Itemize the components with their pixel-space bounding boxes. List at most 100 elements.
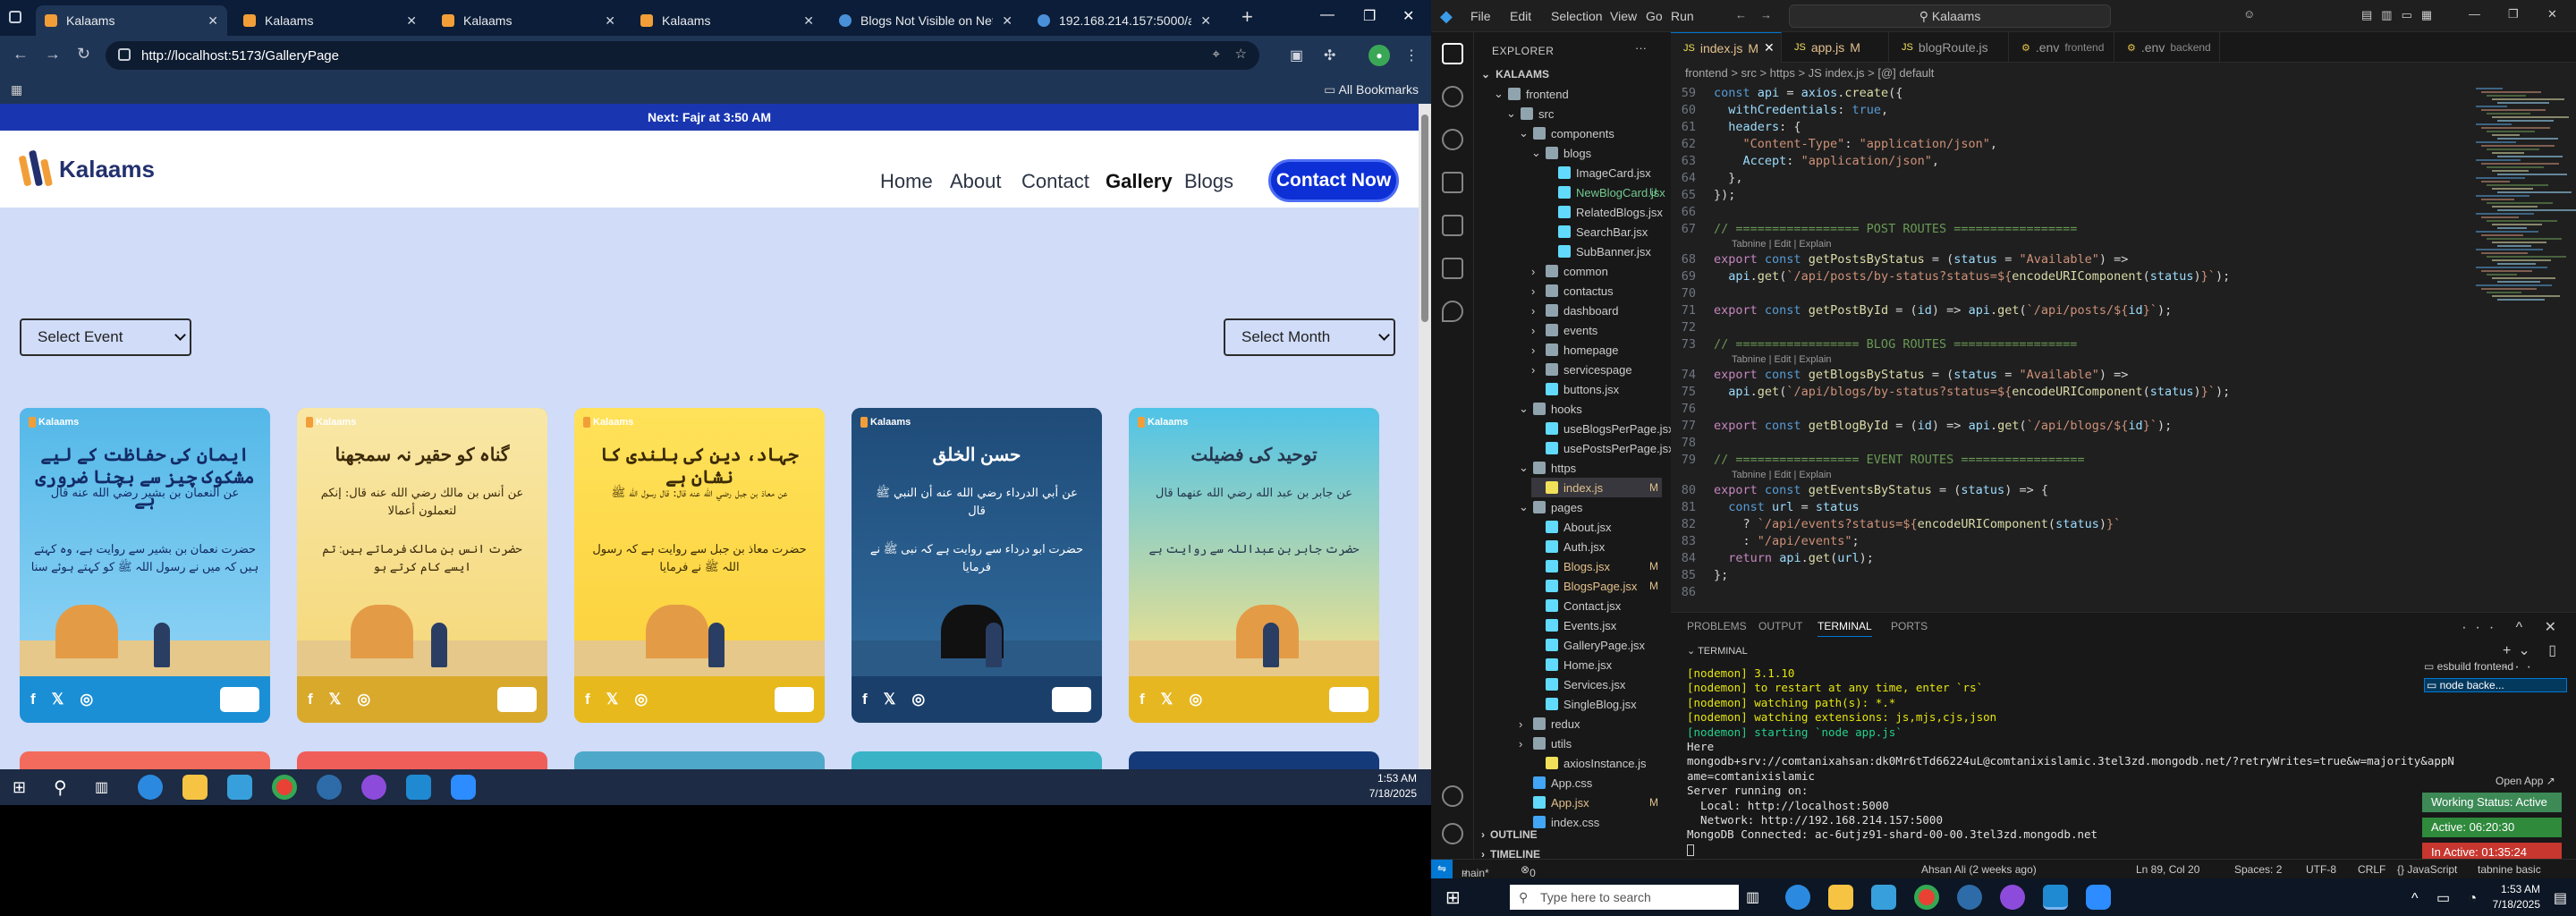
tree-folder[interactable]: ⌄ frontend — [1494, 84, 1662, 104]
page-scrollbar[interactable] — [1419, 104, 1431, 778]
tree-folder[interactable]: ⌄ components — [1519, 123, 1662, 143]
tree-file[interactable]: Contact.jsx — [1531, 596, 1662, 615]
profile-avatar[interactable]: ● — [1368, 45, 1390, 66]
file-explorer-icon[interactable] — [1828, 885, 1853, 910]
browser-tab[interactable]: Kalaams ✕ — [433, 5, 624, 36]
store-icon[interactable] — [227, 775, 252, 800]
tree-folder[interactable]: ⌄ src — [1506, 104, 1662, 123]
panel-actions[interactable]: ··· ^ ✕ — [2462, 618, 2565, 636]
nav-contact[interactable]: Contact — [1021, 170, 1089, 193]
extension-icon[interactable]: ▣ — [1290, 47, 1303, 64]
nav-forward-icon[interactable]: → — [1760, 8, 1772, 21]
tree-file[interactable]: useBlogsPerPage.jsx — [1531, 419, 1674, 438]
download-button[interactable]: ⬇ — [1329, 687, 1368, 712]
tree-folder[interactable]: › servicespage — [1531, 360, 1662, 379]
tree-file[interactable]: buttons.jsx — [1531, 379, 1662, 399]
editor-tab[interactable]: JS app.js M — [1782, 32, 1889, 63]
store-icon[interactable] — [1871, 885, 1896, 910]
download-button[interactable]: ⬇ — [1052, 687, 1091, 712]
x-twitter-icon[interactable]: 𝕏 — [1161, 691, 1174, 708]
problems-indicator[interactable]: ⊗ 0 ⚠ 0 — [1521, 863, 1539, 904]
tree-file[interactable]: Home.jsx — [1531, 655, 1662, 674]
select-event-dropdown[interactable]: Select Event — [20, 318, 191, 356]
minimap[interactable] — [2476, 88, 2576, 302]
remote-indicator[interactable]: ⇋ — [1431, 860, 1453, 878]
reload-icon[interactable]: ↻ — [77, 45, 90, 64]
tree-file[interactable]: App.css — [1519, 773, 1662, 793]
tree-folder[interactable]: › common — [1531, 261, 1662, 281]
tree-file[interactable]: RelatedBlogs.jsx — [1544, 202, 1663, 222]
panel-tab-problems[interactable]: PROBLEMS — [1687, 620, 1747, 632]
editor-tab[interactable]: ⚙ .env frontend — [2009, 32, 2114, 63]
outline-section[interactable]: › OUTLINE — [1481, 825, 1538, 844]
gallery-card[interactable]: Kalaams حسن الخلق عن أبي الدرداء رضي الله … — [852, 408, 1102, 723]
facebook-icon[interactable]: f — [308, 691, 313, 708]
close-tab-icon[interactable]: ✕ — [605, 13, 615, 29]
taskbar-clock[interactable]: 1:53 AM 7/18/2025 — [2493, 882, 2540, 912]
tree-file[interactable]: Blogs.jsx M — [1531, 556, 1662, 576]
instagram-icon[interactable]: ◎ — [357, 691, 370, 708]
gallery-card[interactable]: Kalaams ایمان کی حفاظت کے لیے مشکوک چیز س… — [20, 408, 270, 723]
tree-folder[interactable]: › redux — [1519, 714, 1662, 734]
language-mode[interactable]: {} JavaScript — [2397, 863, 2457, 876]
taskbar-search-box[interactable]: ⚲ Type here to search — [1510, 885, 1739, 910]
tree-folder[interactable]: › events — [1531, 320, 1662, 340]
facebook-icon[interactable]: f — [585, 691, 590, 708]
restore-button[interactable]: ❐ — [1363, 7, 1376, 25]
encoding[interactable]: UTF-8 — [2306, 863, 2336, 876]
apps-grid-icon[interactable]: ▦ — [11, 82, 22, 98]
tree-file[interactable]: NewBlogCard.jsx U — [1544, 182, 1665, 202]
maximize-icon[interactable]: ❐ — [2508, 7, 2519, 21]
nav-about[interactable]: About — [950, 170, 1002, 193]
browser-tab[interactable]: Kalaams ✕ — [234, 5, 426, 36]
gallery-card[interactable]: Kalaams جہاد، دین کی بلندی کا نشان ہے عن م… — [574, 408, 825, 723]
remote-explorer-icon[interactable] — [1442, 258, 1463, 279]
back-icon[interactable]: ← — [13, 45, 29, 64]
contact-now-button[interactable]: Contact Now — [1268, 159, 1399, 202]
instagram-icon[interactable]: ◎ — [80, 691, 93, 708]
tree-folder[interactable]: › dashboard — [1531, 301, 1662, 320]
gallery-card[interactable]: Kalaams توحید کی فضیلت عن جابر بن عبد الله… — [1129, 408, 1379, 723]
browser-tab[interactable]: 192.168.214.157:5000/api/bl ✕ — [1029, 5, 1220, 36]
codelens[interactable]: Tabnine | Edit | Explain — [1671, 239, 2576, 252]
explorer-icon[interactable] — [1442, 43, 1463, 64]
notification-icon[interactable]: ▤ — [2554, 889, 2567, 907]
gallery-card[interactable]: Kalaams گناہ کو حقیر نہ سمجھنا عن أنس بن م… — [297, 408, 547, 723]
task-view-icon[interactable]: ▥ — [95, 778, 108, 796]
terminal-session-node[interactable]: ▭ node backe... — [2424, 678, 2567, 692]
menu-view[interactable]: View — [1610, 9, 1637, 23]
site-info-icon[interactable] — [118, 48, 131, 61]
instagram-icon[interactable]: ◎ — [1189, 691, 1202, 708]
chrome-icon[interactable] — [272, 775, 297, 800]
tree-file[interactable]: Events.jsx — [1531, 615, 1662, 635]
tree-file[interactable]: SingleBlog.jsx — [1531, 694, 1662, 714]
forward-icon[interactable]: → — [45, 45, 61, 64]
cursor-position[interactable]: Ln 89, Col 20 — [2136, 863, 2199, 876]
download-button[interactable]: ⬇ — [775, 687, 814, 712]
tree-file[interactable]: Services.jsx — [1531, 674, 1662, 694]
download-button[interactable]: ⬇ — [497, 687, 537, 712]
eol[interactable]: CRLF — [2358, 863, 2385, 876]
editor-tab[interactable]: ⚙ .env backend — [2114, 32, 2220, 63]
instagram-icon[interactable]: ◎ — [911, 691, 925, 708]
tree-file[interactable]: App.jsx M — [1519, 793, 1662, 812]
app-icon[interactable] — [317, 775, 342, 800]
vscode-icon[interactable] — [2043, 885, 2068, 910]
layout-icons[interactable]: ▤▥▭▦ — [2361, 8, 2441, 22]
x-twitter-icon[interactable]: 𝕏 — [329, 691, 342, 708]
tree-folder[interactable]: › utils — [1519, 734, 1662, 753]
close-tab-icon[interactable]: ✕ — [1764, 40, 1775, 55]
tree-file[interactable]: ImageCard.jsx — [1544, 163, 1662, 182]
browser-tab[interactable]: Blogs Not Visible on Network ✕ — [830, 5, 1021, 36]
command-center-search[interactable]: ⚲ Kalaams — [1789, 4, 2111, 28]
tree-folder[interactable]: ⌄ blogs — [1531, 143, 1662, 163]
close-tab-icon[interactable]: ✕ — [1002, 13, 1013, 29]
minimize-icon[interactable]: — — [2469, 7, 2480, 21]
search-icon[interactable]: ⚲ — [54, 776, 67, 799]
bookmark-star-icon[interactable]: ☆ — [1235, 46, 1247, 62]
tree-file[interactable]: Auth.jsx — [1531, 537, 1662, 556]
x-twitter-icon[interactable]: 𝕏 — [884, 691, 896, 708]
x-twitter-icon[interactable]: 𝕏 — [52, 691, 64, 708]
more-actions-icon[interactable]: ··· — [1635, 41, 1647, 55]
panel-tab-ports[interactable]: PORTS — [1891, 620, 1928, 632]
